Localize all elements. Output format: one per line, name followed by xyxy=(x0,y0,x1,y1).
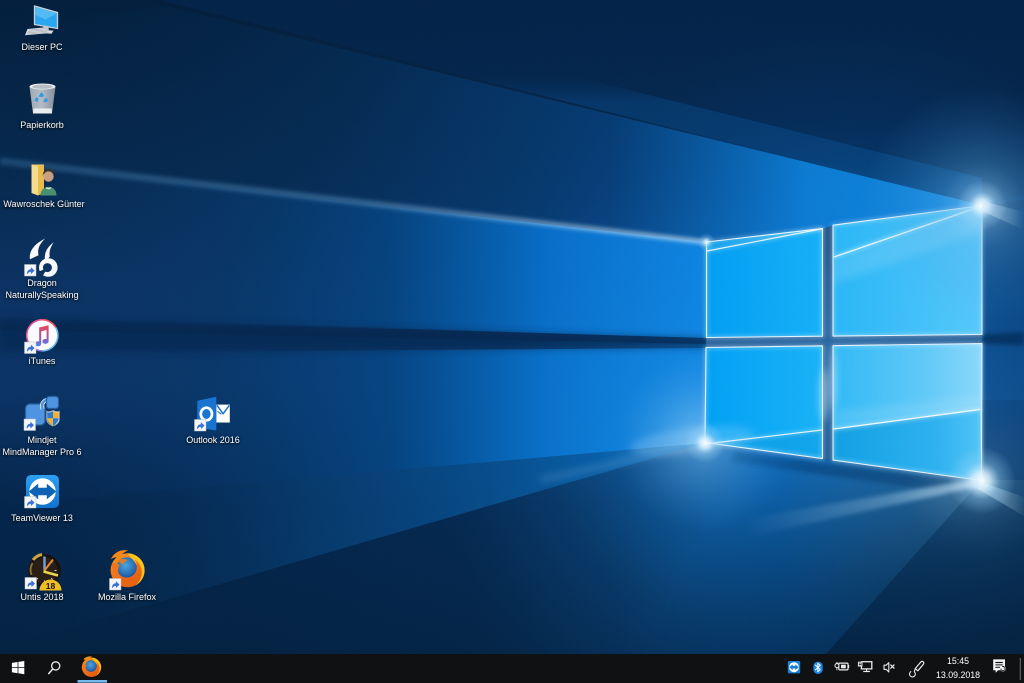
svg-text:18: 18 xyxy=(46,581,56,591)
